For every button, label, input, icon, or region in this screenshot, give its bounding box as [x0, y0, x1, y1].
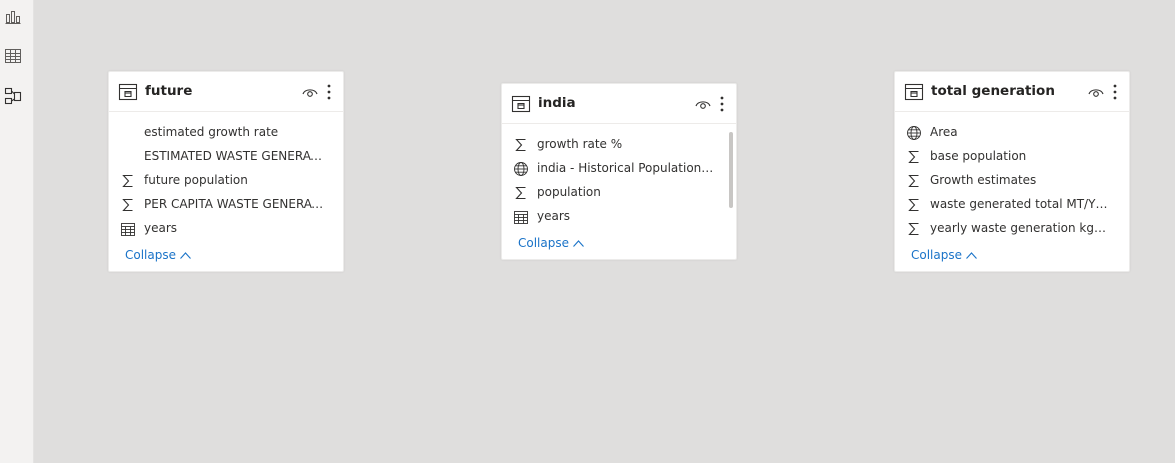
field-item[interactable]: Area [895, 121, 1129, 145]
table-card-total-generation[interactable]: total generation Area base population Gr… [894, 71, 1130, 272]
collapse-row: Collapse [502, 233, 736, 255]
collapse-label: Collapse [911, 248, 962, 262]
eye-icon[interactable] [302, 85, 318, 99]
field-label: Growth estimates [930, 173, 1037, 187]
field-label: estimated growth rate [144, 125, 279, 139]
collapse-row: Collapse [109, 245, 343, 267]
table-card-india[interactable]: india growth rate % india - Historical P… [501, 83, 737, 260]
more-options-icon[interactable] [718, 94, 726, 114]
data-view-icon[interactable] [3, 46, 23, 66]
eye-icon[interactable] [1088, 85, 1104, 99]
collapse-row: Collapse [895, 245, 1129, 267]
field-item[interactable]: yearly waste generation kg/pers... [895, 217, 1129, 241]
view-rail [0, 0, 34, 463]
sigma-icon [908, 198, 919, 212]
field-label: Area [930, 125, 958, 139]
report-view-icon[interactable] [3, 6, 23, 26]
globe-icon [907, 126, 921, 140]
calendar-icon [121, 223, 135, 236]
field-label: PER CAPITA WASTE GENERATIO... [144, 197, 324, 211]
sigma-icon [908, 150, 919, 164]
field-list: estimated growth rate ESTIMATED WASTE GE… [109, 112, 343, 241]
table-card-future[interactable]: future estimated growth rate ESTIMATED W… [108, 71, 344, 272]
table-icon [904, 83, 924, 101]
field-item[interactable]: india - Historical Population Gr... [502, 157, 736, 181]
field-list: growth rate % india - Historical Populat… [502, 124, 736, 229]
sigma-icon [908, 222, 919, 236]
field-label: waste generated total MT/YEAR [930, 197, 1110, 211]
table-title: total generation [931, 83, 1055, 99]
field-item[interactable]: Growth estimates [895, 169, 1129, 193]
collapse-link[interactable]: Collapse [518, 236, 584, 250]
collapse-link[interactable]: Collapse [911, 248, 977, 262]
field-item[interactable]: population [502, 181, 736, 205]
more-options-icon[interactable] [325, 82, 333, 102]
chevron-up-icon [180, 251, 191, 259]
field-item[interactable]: estimated growth rate [109, 121, 343, 145]
field-label: india - Historical Population Gr... [537, 161, 717, 175]
table-title: india [538, 95, 576, 111]
table-card-header[interactable]: india [502, 84, 736, 124]
field-label: years [144, 221, 178, 235]
table-title: future [145, 83, 193, 99]
field-item[interactable]: future population [109, 169, 343, 193]
more-options-icon[interactable] [1111, 82, 1119, 102]
field-item[interactable]: growth rate % [502, 133, 736, 157]
eye-icon[interactable] [695, 97, 711, 111]
table-icon [118, 83, 138, 101]
field-label: years [537, 209, 571, 223]
field-label: yearly waste generation kg/pers... [930, 221, 1110, 235]
field-list: Area base population Growth estimates wa… [895, 112, 1129, 241]
field-item[interactable]: base population [895, 145, 1129, 169]
collapse-link[interactable]: Collapse [125, 248, 191, 262]
sigma-icon [908, 174, 919, 188]
sigma-icon [122, 198, 133, 212]
chevron-up-icon [966, 251, 977, 259]
sigma-icon [515, 186, 526, 200]
field-item[interactable]: ESTIMATED WASTE GENERATIO... [109, 145, 343, 169]
collapse-label: Collapse [125, 248, 176, 262]
table-card-header[interactable]: future [109, 72, 343, 112]
collapse-label: Collapse [518, 236, 569, 250]
field-item[interactable]: waste generated total MT/YEAR [895, 193, 1129, 217]
sigma-icon [122, 174, 133, 188]
field-item[interactable]: PER CAPITA WASTE GENERATIO... [109, 193, 343, 217]
field-label: base population [930, 149, 1027, 163]
sigma-icon [515, 138, 526, 152]
table-icon [511, 95, 531, 113]
field-item[interactable]: years [109, 217, 343, 241]
chevron-up-icon [573, 239, 584, 247]
globe-icon [514, 162, 528, 176]
model-view-icon[interactable] [3, 86, 23, 106]
model-canvas[interactable]: future estimated growth rate ESTIMATED W… [34, 0, 1175, 463]
field-label: future population [144, 173, 248, 187]
field-label: population [537, 185, 601, 199]
calendar-icon [514, 211, 528, 224]
table-card-header[interactable]: total generation [895, 72, 1129, 112]
field-item[interactable]: years [502, 205, 736, 229]
field-label: ESTIMATED WASTE GENERATIO... [144, 149, 324, 163]
field-label: growth rate % [537, 137, 623, 151]
